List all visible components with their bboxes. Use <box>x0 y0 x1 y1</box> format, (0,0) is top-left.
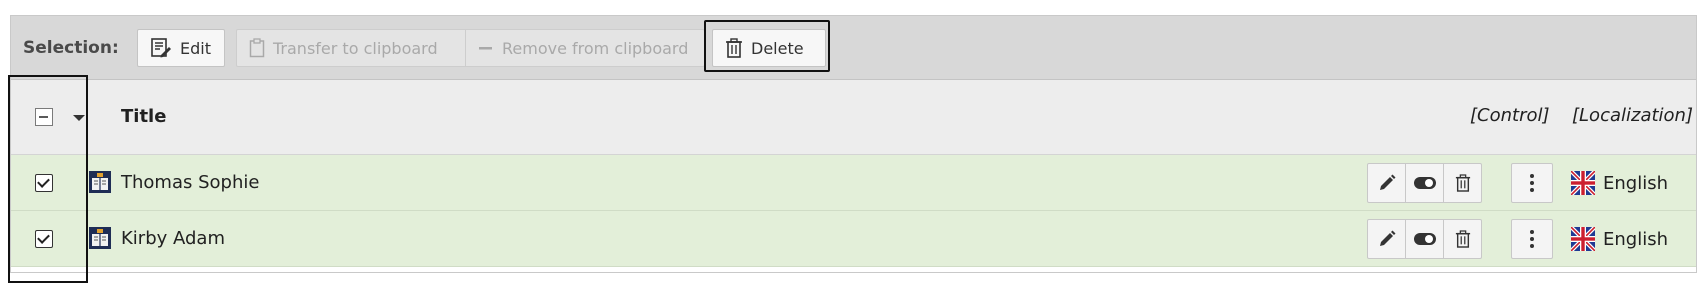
column-header-title[interactable]: Title <box>121 106 166 127</box>
language-indicator: English <box>1571 227 1668 251</box>
language-label: English <box>1603 228 1668 250</box>
record-list-panel: Selection: Edit Transfer to clipboard Re… <box>10 15 1697 273</box>
more-options-button[interactable] <box>1511 163 1553 203</box>
edit-record-button[interactable] <box>1367 219 1406 259</box>
uk-flag-icon <box>1571 227 1595 251</box>
transfer-to-clipboard-button[interactable]: Transfer to clipboard <box>236 29 465 67</box>
minus-icon <box>478 40 494 56</box>
more-vertical-icon <box>1530 174 1534 192</box>
row-control-group <box>1367 163 1482 203</box>
pencil-icon <box>1379 174 1395 190</box>
delete-record-button[interactable] <box>1443 219 1482 259</box>
row-control-group <box>1367 219 1482 259</box>
checkbox-column-focus-outline <box>8 75 88 283</box>
column-header-localization: [Localization] <box>1572 105 1693 126</box>
language-indicator: English <box>1571 171 1668 195</box>
toggle-icon <box>1413 233 1436 245</box>
delete-record-button[interactable] <box>1443 163 1482 203</box>
trash-icon <box>1455 174 1470 192</box>
toggle-icon <box>1413 177 1436 189</box>
delete-button-focus-outline <box>704 20 830 72</box>
remove-from-clipboard-button[interactable]: Remove from clipboard <box>465 29 705 67</box>
table-row: Kirby Adam English <box>11 211 1696 267</box>
edit-record-button[interactable] <box>1367 163 1406 203</box>
selection-label: Selection: <box>23 38 119 58</box>
row-title[interactable]: Kirby Adam <box>121 228 225 249</box>
column-header-control: [Control] <box>1470 105 1550 126</box>
toggle-visibility-button[interactable] <box>1405 219 1444 259</box>
more-options-button[interactable] <box>1511 219 1553 259</box>
edit-document-icon <box>150 37 172 59</box>
uk-flag-icon <box>1571 171 1595 195</box>
table-header: Title [Control] [Localization] <box>11 80 1696 155</box>
edit-selection-button[interactable]: Edit <box>137 29 225 67</box>
record-type-icon[interactable] <box>89 171 111 197</box>
clipboard-icon <box>249 38 265 58</box>
pencil-icon <box>1379 230 1395 246</box>
language-label: English <box>1603 172 1668 194</box>
remove-label: Remove from clipboard <box>502 38 689 58</box>
transfer-label: Transfer to clipboard <box>273 38 438 58</box>
record-type-icon[interactable] <box>89 227 111 253</box>
selection-bar: Selection: Edit Transfer to clipboard Re… <box>11 16 1696 80</box>
more-vertical-icon <box>1530 230 1534 248</box>
edit-label: Edit <box>180 38 211 58</box>
trash-icon <box>1455 230 1470 248</box>
row-title[interactable]: Thomas Sophie <box>121 172 259 193</box>
toggle-visibility-button[interactable] <box>1405 163 1444 203</box>
table-row: Thomas Sophie English <box>11 155 1696 211</box>
